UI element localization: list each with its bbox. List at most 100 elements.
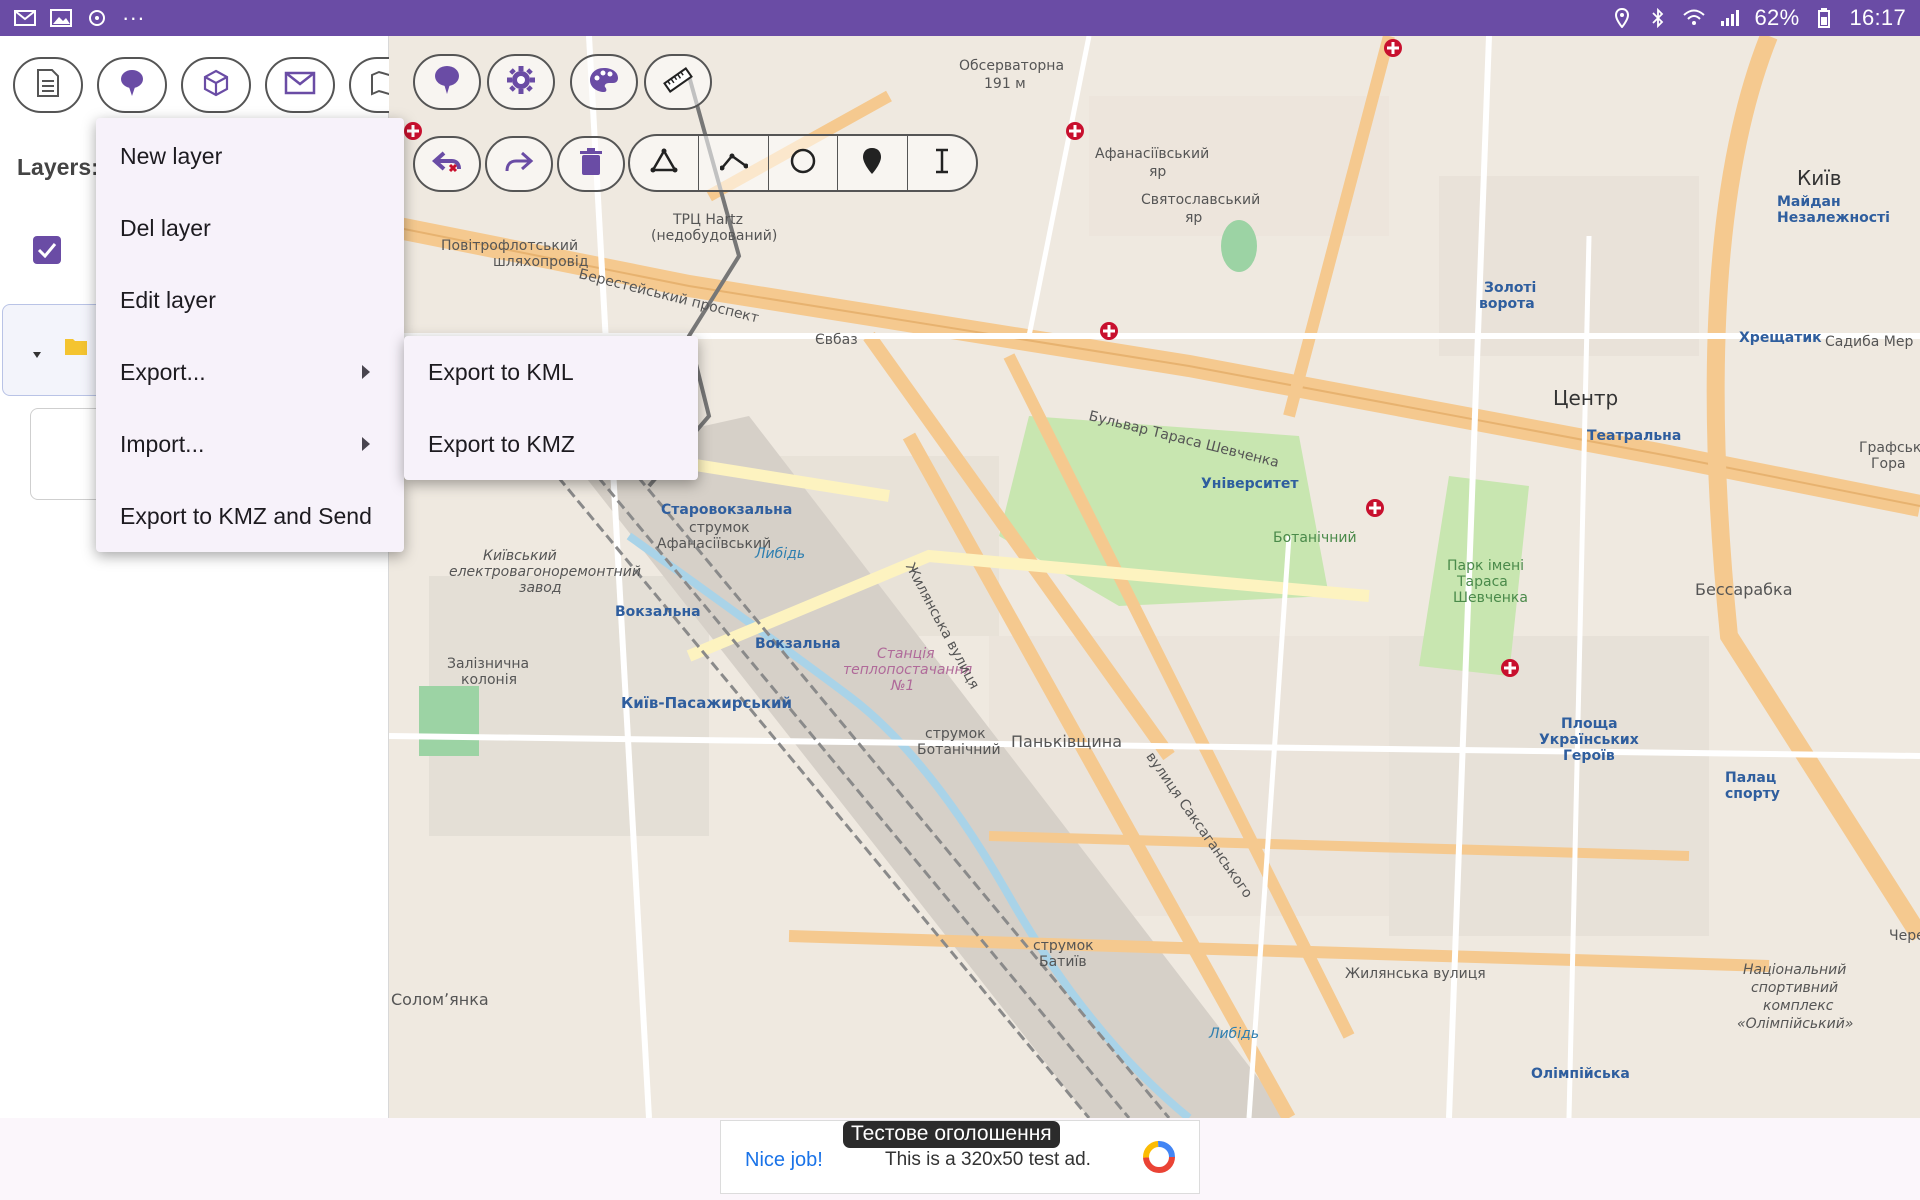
redo-button[interactable] bbox=[485, 136, 553, 192]
menu-item-label: Export... bbox=[120, 358, 206, 385]
map-label: №1 bbox=[891, 678, 915, 694]
export-submenu: Export to KML Export to KMZ bbox=[404, 336, 698, 480]
map-label: Київ bbox=[1797, 166, 1842, 190]
document-icon bbox=[36, 68, 60, 103]
map-label: Майдан bbox=[1777, 194, 1841, 210]
map-label: Залізнична bbox=[447, 656, 530, 672]
box-button[interactable] bbox=[181, 57, 251, 113]
map-label: Тараса bbox=[1457, 574, 1508, 590]
more-icon: ··· bbox=[122, 5, 145, 30]
map-view[interactable]: Обсерваторна 191 м Афанасіївський яр Свя… bbox=[389, 36, 1920, 1118]
map-label: комплекс bbox=[1763, 998, 1834, 1014]
menu-item-label: Export to KMZ and Send bbox=[120, 502, 372, 529]
map-label: Олімпійська bbox=[1531, 1066, 1630, 1082]
menu-item-export-kmz[interactable]: Export to KMZ bbox=[404, 408, 698, 480]
map-label: електровагоноремонтний bbox=[449, 564, 641, 580]
map-label: Батиїв bbox=[1039, 954, 1087, 970]
submenu-arrow-icon bbox=[362, 437, 370, 451]
map-label: Хрещатик bbox=[1739, 330, 1822, 346]
map-label: Площа bbox=[1561, 716, 1618, 732]
location-icon bbox=[1611, 8, 1633, 28]
draw-circle-button[interactable] bbox=[769, 136, 839, 190]
map-label: «Олімпійський» bbox=[1737, 1016, 1854, 1032]
delete-button[interactable] bbox=[557, 136, 625, 192]
draw-polygon-button[interactable] bbox=[630, 136, 700, 190]
draw-text-button[interactable] bbox=[908, 136, 976, 190]
undo-button[interactable] bbox=[413, 136, 481, 192]
map-label: Святославський bbox=[1141, 192, 1261, 208]
layer-visibility-checkbox[interactable] bbox=[33, 236, 61, 264]
map-label: шляхопровід bbox=[493, 254, 589, 270]
draw-polyline-button[interactable] bbox=[699, 136, 769, 190]
menu-item-import[interactable]: Import... bbox=[96, 408, 404, 480]
ad-nice-label: Nice job! bbox=[745, 1149, 823, 1171]
map-label: Національний bbox=[1743, 962, 1847, 978]
map-label: яр bbox=[1149, 164, 1167, 180]
ad-test-badge: Тестове оголошення bbox=[843, 1121, 1060, 1148]
map-label: Українських bbox=[1539, 732, 1639, 748]
menu-item-export-kmz-send[interactable]: Export to KMZ and Send bbox=[96, 480, 404, 552]
test-ad-banner[interactable]: Nice job! This is a 320x50 test ad. Тест… bbox=[720, 1120, 1200, 1194]
settings-button[interactable] bbox=[487, 54, 555, 110]
map-label: колонія bbox=[461, 672, 517, 688]
map-label: Либідь bbox=[755, 546, 806, 562]
menu-item-label: Del layer bbox=[120, 214, 211, 241]
map-label: Київський bbox=[483, 548, 557, 564]
menu-item-del-layer[interactable]: Del layer bbox=[96, 192, 404, 264]
map-label: Парк імені bbox=[1447, 558, 1525, 574]
mail-icon bbox=[14, 9, 36, 27]
menu-item-edit-layer[interactable]: Edit layer bbox=[96, 264, 404, 336]
map-label: Станція bbox=[877, 646, 935, 662]
map-label: Гора bbox=[1871, 456, 1906, 472]
document-button[interactable] bbox=[13, 57, 83, 113]
map-label: (недобудований) bbox=[651, 228, 778, 244]
image-icon bbox=[50, 9, 72, 27]
map-label: Університет bbox=[1201, 476, 1299, 492]
map-label: спортивний bbox=[1751, 980, 1839, 996]
polyline-icon bbox=[719, 150, 749, 177]
menu-item-label: Export to KMZ bbox=[428, 430, 575, 457]
draw-point-button[interactable] bbox=[838, 136, 908, 190]
map-label: Бессарабка bbox=[1695, 580, 1793, 599]
status-left: ··· bbox=[14, 5, 145, 31]
menu-item-label: Import... bbox=[120, 430, 205, 457]
map-label: Вокзальна bbox=[615, 604, 701, 620]
status-right: 62% 16:17 bbox=[1611, 5, 1907, 31]
map-label: Либідь bbox=[1209, 1026, 1260, 1042]
map-label: Палац bbox=[1725, 770, 1777, 786]
menu-item-label: New layer bbox=[120, 142, 223, 169]
menu-item-new-layer[interactable]: New layer bbox=[96, 120, 404, 192]
map-label: струмок bbox=[1033, 938, 1094, 954]
clock: 16:17 bbox=[1849, 5, 1906, 30]
map-label: Ботанічний bbox=[917, 742, 1001, 758]
polygon-icon bbox=[650, 148, 678, 179]
map-marker-button[interactable] bbox=[413, 54, 481, 110]
folder-icon bbox=[65, 337, 87, 360]
measure-button[interactable] bbox=[644, 54, 712, 110]
map-label: Шевченка bbox=[1453, 590, 1528, 606]
map-label: Театральна bbox=[1587, 428, 1682, 444]
ruler-icon bbox=[662, 64, 694, 101]
map-label: Паньківщина bbox=[1011, 732, 1122, 751]
ad-logo-icon bbox=[1141, 1139, 1177, 1175]
map-label: Центр bbox=[1553, 386, 1619, 410]
pin-icon bbox=[861, 147, 883, 180]
expand-arrow-icon[interactable] bbox=[33, 345, 41, 363]
menu-item-export-kml[interactable]: Export to KML bbox=[404, 336, 698, 408]
mail-icon bbox=[284, 71, 316, 100]
mail-button[interactable] bbox=[265, 57, 335, 113]
bluetooth-icon bbox=[1647, 8, 1669, 28]
wifi-icon bbox=[1682, 9, 1705, 27]
undo-icon bbox=[431, 149, 462, 180]
palette-icon bbox=[588, 66, 620, 99]
map-label: Черепа bbox=[1889, 928, 1920, 944]
menu-item-export[interactable]: Export... bbox=[96, 336, 404, 408]
marker-icon bbox=[118, 68, 146, 103]
marker-icon bbox=[432, 64, 462, 101]
marker-button[interactable] bbox=[97, 57, 167, 113]
map-label: Жилянська вулиця bbox=[1345, 966, 1486, 982]
battery-percent: 62% bbox=[1754, 5, 1800, 30]
style-button[interactable] bbox=[570, 54, 638, 110]
map-label: Героїв bbox=[1563, 748, 1615, 764]
map-label: Повітрофлотський bbox=[441, 238, 579, 254]
